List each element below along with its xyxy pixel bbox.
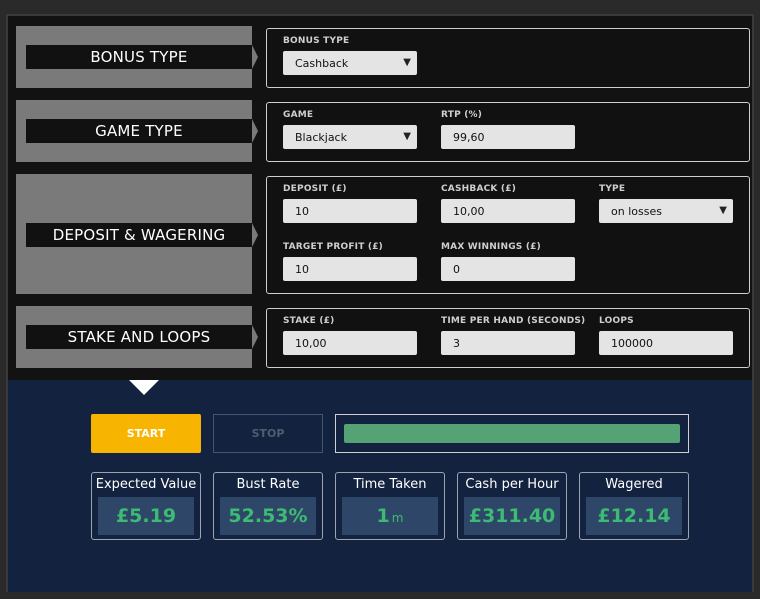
section-arrow-icon [252,119,258,143]
stat-value: 52.53% [228,505,308,527]
stop-button[interactable]: STOP [213,414,323,453]
stat-value: £5.19 [115,505,177,527]
stat-title: Bust Rate [236,477,300,492]
max-winnings-field: MAX WINNINGS (£) 0 [441,242,575,281]
time-taken-card: Time Taken 1m [335,472,445,540]
bonus-type-select[interactable]: Cashback ▼ [283,51,417,75]
chevron-down-icon: ▼ [403,57,411,68]
stat-title: Expected Value [95,477,197,492]
deposit-wagering-header: DEPOSIT & WAGERING [16,174,258,294]
target-profit-input[interactable]: 10 [283,257,417,281]
stake-loops-header: STAKE AND LOOPS [16,306,258,368]
cashback-input[interactable]: 10,00 [441,199,575,223]
stat-title: Cash per Hour [465,477,559,492]
chevron-down-icon: ▼ [719,205,727,216]
stat-value: 1 [376,505,390,527]
time-taken-value: 1m [342,497,438,535]
field-label: GAME [283,110,314,120]
section-title: STAKE AND LOOPS [26,325,252,349]
field-label: RTP (%) [441,110,483,120]
field-label: MAX WINNINGS (£) [441,242,541,252]
bust-rate-value: 52.53% [220,497,316,535]
loops-input[interactable]: 100000 [599,331,733,355]
section-arrow-icon [252,223,258,247]
calculator-frame: BONUS TYPE BONUS TYPE Cashback ▼ GAME TY… [6,14,754,592]
cash-per-hour-value: £311.40 [464,497,560,535]
bonus-type-panel: BONUS TYPE Cashback ▼ [266,28,750,88]
deposit-wagering-panel: DEPOSIT (£) 10 CASHBACK (£) 10,00 TYPE o… [266,176,750,294]
stat-title: Time Taken [353,477,427,492]
rtp-input[interactable]: 99,60 [441,125,575,149]
section-arrow-icon [252,325,258,349]
max-winnings-input[interactable]: 0 [441,257,575,281]
section-arrow-icon [252,45,258,69]
stake-loops-panel: STAKE (£) 10,00 TIME PER HAND (SECONDS) … [266,308,750,368]
select-value: on losses [611,204,662,218]
wagered-card: Wagered £12.14 [579,472,689,540]
type-select[interactable]: on losses ▼ [599,199,733,223]
field-label: DEPOSIT (£) [283,184,347,194]
field-label: STAKE (£) [283,316,335,326]
start-button[interactable]: START [91,414,201,453]
time-per-hand-field: TIME PER HAND (SECONDS) 3 [441,316,586,355]
progress-fill [344,424,680,443]
loops-field: LOOPS 100000 [599,316,733,355]
deposit-input[interactable]: 10 [283,199,417,223]
field-label: TIME PER HAND (SECONDS) [441,316,586,326]
select-value: Blackjack [295,130,347,144]
stake-field: STAKE (£) 10,00 [283,316,417,355]
game-type-header: GAME TYPE [16,100,258,162]
expected-value: £5.19 [98,497,194,535]
wagered-value: £12.14 [586,497,682,535]
stat-value: £311.40 [468,505,556,527]
pointer-triangle-icon [129,380,159,395]
bonus-type-field: BONUS TYPE Cashback ▼ [283,36,417,75]
section-title: GAME TYPE [26,119,252,143]
bust-rate-card: Bust Rate 52.53% [213,472,323,540]
type-field: TYPE on losses ▼ [599,184,733,223]
field-label: TARGET PROFIT (£) [283,242,383,252]
cashback-field: CASHBACK (£) 10,00 [441,184,575,223]
game-select[interactable]: Blackjack ▼ [283,125,417,149]
chevron-down-icon: ▼ [403,131,411,142]
target-profit-field: TARGET PROFIT (£) 10 [283,242,417,281]
expected-value-card: Expected Value £5.19 [91,472,201,540]
time-per-hand-input[interactable]: 3 [441,331,575,355]
select-value: Cashback [295,56,349,70]
field-label: BONUS TYPE [283,36,350,46]
bonus-type-header: BONUS TYPE [16,26,258,88]
field-label: TYPE [599,184,626,194]
progress-bar [335,414,689,453]
section-title: BONUS TYPE [26,45,252,69]
game-type-panel: GAME Blackjack ▼ RTP (%) 99,60 [266,102,750,162]
deposit-field: DEPOSIT (£) 10 [283,184,417,223]
stat-value: £12.14 [597,505,671,527]
stake-input[interactable]: 10,00 [283,331,417,355]
field-label: LOOPS [599,316,634,326]
cash-per-hour-card: Cash per Hour £311.40 [457,472,567,540]
stat-unit: m [391,511,404,525]
field-label: CASHBACK (£) [441,184,517,194]
section-title: DEPOSIT & WAGERING [26,223,252,247]
game-field: GAME Blackjack ▼ [283,110,417,149]
rtp-field: RTP (%) 99,60 [441,110,575,149]
stat-title: Wagered [605,477,663,492]
